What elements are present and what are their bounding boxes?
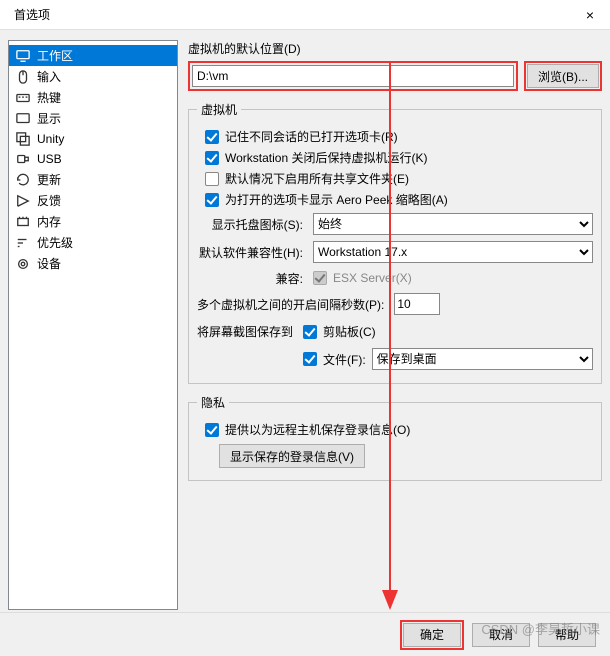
sidebar-item-label: USB: [37, 152, 62, 166]
aero-peek-label: 为打开的选项卡显示 Aero Peek 缩略图(A): [225, 191, 448, 208]
keep-running-checkbox[interactable]: [205, 151, 219, 165]
default-location-section: 虚拟机的默认位置(D) 浏览(B)...: [188, 40, 602, 91]
main-panel: 虚拟机的默认位置(D) 浏览(B)... 虚拟机 记住不同会话的已打开选项卡(R…: [188, 40, 602, 610]
sidebar-item-display[interactable]: 显示: [9, 108, 177, 129]
title-bar: 首选项 ×: [0, 0, 610, 30]
privacy-group: 隐私 提供以为远程主机保存登录信息(O) 显示保存的登录信息(V): [188, 394, 602, 481]
enable-shared-checkbox[interactable]: [205, 172, 219, 186]
remember-tabs-label: 记住不同会话的已打开选项卡(R): [225, 128, 398, 145]
sidebar-item-label: Unity: [37, 132, 64, 146]
sidebar-item-label: 反馈: [37, 192, 61, 209]
show-saved-login-button[interactable]: 显示保存的登录信息(V): [219, 444, 365, 468]
vm-group-legend: 虚拟机: [197, 101, 241, 118]
clipboard-label: 剪贴板(C): [323, 323, 376, 340]
save-login-label: 提供以为远程主机保存登录信息(O): [225, 421, 410, 438]
windows-icon: [15, 131, 31, 147]
enable-shared-label: 默认情况下启用所有共享文件夹(E): [225, 170, 409, 187]
browse-button[interactable]: 浏览(B)...: [527, 64, 599, 88]
sidebar-item-label: 显示: [37, 110, 61, 127]
remember-tabs-checkbox[interactable]: [205, 130, 219, 144]
sidebar-item-label: 优先级: [37, 234, 73, 251]
esx-checkbox: [313, 271, 327, 285]
default-location-label: 虚拟机的默认位置(D): [188, 40, 602, 57]
help-button[interactable]: 帮助: [538, 623, 596, 647]
usb-icon: [15, 151, 31, 167]
save-login-checkbox[interactable]: [205, 423, 219, 437]
delay-label: 多个虚拟机之间的开启间隔秒数(P):: [197, 296, 388, 313]
window-title: 首选项: [8, 6, 50, 23]
compat-label: 默认软件兼容性(H):: [197, 244, 307, 261]
feedback-icon: [15, 193, 31, 209]
sidebar-item-usb[interactable]: USB: [9, 149, 177, 169]
delay-spinner[interactable]: [394, 293, 440, 315]
sidebar-item-devices[interactable]: 设备: [9, 253, 177, 274]
default-location-input[interactable]: [192, 65, 514, 87]
ok-button[interactable]: 确定: [403, 623, 461, 647]
refresh-icon: [15, 172, 31, 188]
sidebar-item-label: 设备: [37, 255, 61, 272]
clipboard-checkbox[interactable]: [303, 325, 317, 339]
default-location-highlight: [188, 61, 518, 91]
sidebar-item-unity[interactable]: Unity: [9, 129, 177, 149]
sidebar-item-feedback[interactable]: 反馈: [9, 190, 177, 211]
memory-icon: [15, 214, 31, 230]
sidebar-item-workspace[interactable]: 工作区: [9, 45, 177, 66]
keep-running-label: Workstation 关闭后保持虚拟机运行(K): [225, 149, 427, 166]
gear-icon: [15, 256, 31, 272]
sidebar-item-input[interactable]: 输入: [9, 66, 177, 87]
screenshot-label: 将屏幕截图保存到: [197, 323, 297, 340]
compat2-label: 兼容:: [197, 270, 307, 287]
sidebar-item-label: 输入: [37, 68, 61, 85]
sidebar-item-label: 热键: [37, 89, 61, 106]
ok-highlight: 确定: [400, 620, 464, 650]
privacy-legend: 隐私: [197, 394, 229, 411]
compat-select[interactable]: Workstation 17.x: [313, 241, 593, 263]
tray-label: 显示托盘图标(S):: [197, 216, 307, 233]
file-dest-select[interactable]: 保存到桌面: [372, 348, 593, 370]
dialog-footer: 确定 取消 帮助: [0, 612, 610, 656]
close-icon[interactable]: ×: [578, 7, 602, 23]
sidebar-item-updates[interactable]: 更新: [9, 169, 177, 190]
monitor-icon: [15, 48, 31, 64]
browse-highlight: 浏览(B)...: [524, 61, 602, 91]
cancel-button[interactable]: 取消: [472, 623, 530, 647]
sidebar-item-priority[interactable]: 优先级: [9, 232, 177, 253]
sidebar-item-label: 内存: [37, 213, 61, 230]
dialog-body: 工作区 输入 热键 显示 Unity USB 更新 反馈: [0, 30, 610, 610]
sidebar-item-hotkeys[interactable]: 热键: [9, 87, 177, 108]
sidebar: 工作区 输入 热键 显示 Unity USB 更新 反馈: [8, 40, 178, 610]
file-checkbox[interactable]: [303, 352, 317, 366]
sidebar-item-label: 工作区: [37, 47, 73, 64]
sidebar-item-memory[interactable]: 内存: [9, 211, 177, 232]
file-label: 文件(F):: [323, 351, 366, 368]
tray-select[interactable]: 始终: [313, 213, 593, 235]
esx-label: ESX Server(X): [333, 271, 412, 285]
vm-group: 虚拟机 记住不同会话的已打开选项卡(R) Workstation 关闭后保持虚拟…: [188, 101, 602, 384]
sidebar-item-label: 更新: [37, 171, 61, 188]
keyboard-icon: [15, 90, 31, 106]
mouse-icon: [15, 69, 31, 85]
priority-icon: [15, 235, 31, 251]
display-icon: [15, 111, 31, 127]
aero-peek-checkbox[interactable]: [205, 193, 219, 207]
